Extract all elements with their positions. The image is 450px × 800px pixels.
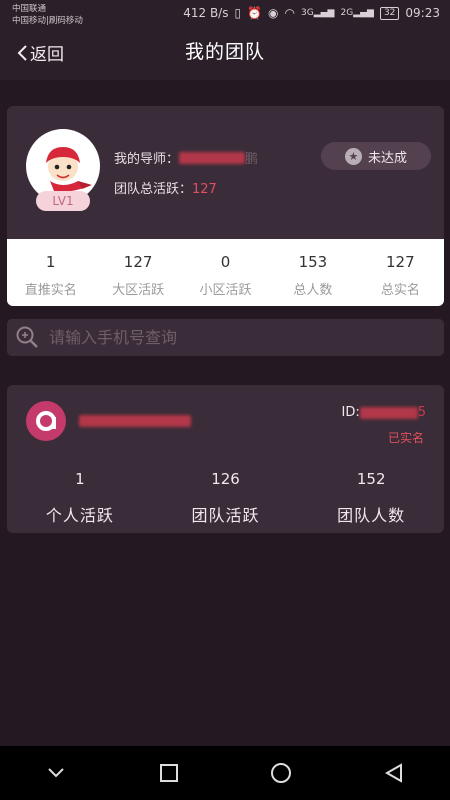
stat-label: 直推实名 xyxy=(24,283,77,298)
stat-large-zone-active[interactable]: 127 大区活跃 xyxy=(94,239,181,306)
member-stat-team-size: 152 团队人数 xyxy=(298,470,444,526)
member-name-redacted xyxy=(79,415,191,427)
status-icons: 412 B/s ▯ ⏰ ◉ ◠ 3G▂▄▆ 2G▂▄▆ 32 09:23 xyxy=(183,6,440,20)
back-system-button[interactable] xyxy=(364,763,424,783)
profile-card: LV1 我的导师： 鹏 团队总活跃：127 ★ 未达成 1 直推实名 127 大… xyxy=(7,106,444,306)
battery-icon: 32 xyxy=(379,6,400,20)
chevron-down-icon xyxy=(48,768,64,778)
signal-2-icon: 2G▂▄▆ xyxy=(340,8,374,18)
stat-value: 1 xyxy=(75,470,85,488)
stat-value: 1 xyxy=(45,253,56,271)
net-speed: 412 B/s xyxy=(183,6,229,20)
eye-icon: ◉ xyxy=(268,6,279,20)
search-bar xyxy=(7,319,444,356)
mentor-name-redacted xyxy=(179,151,246,164)
stat-label: 大区活跃 xyxy=(112,283,165,298)
stat-label: 总实名 xyxy=(380,283,420,298)
status-button[interactable]: ★ 未达成 xyxy=(321,142,431,170)
system-nav-bar xyxy=(0,746,450,800)
stat-label: 团队人数 xyxy=(337,506,406,525)
stat-small-zone-active[interactable]: 0 小区活跃 xyxy=(182,239,269,306)
stat-label: 个人活跃 xyxy=(45,506,114,525)
wifi-icon: ◠ xyxy=(284,6,296,20)
status-button-label: 未达成 xyxy=(367,150,407,166)
team-active-value: 127 xyxy=(192,182,217,197)
member-card[interactable]: ID: 5 已实名 1 个人活跃 126 团队活跃 152 团队人数 xyxy=(7,385,444,533)
vibrate-icon: ▯ xyxy=(234,6,242,20)
phone-search-input[interactable] xyxy=(49,328,419,347)
home-button[interactable] xyxy=(251,762,311,784)
stat-value: 153 xyxy=(298,253,328,271)
member-stat-team-active: 126 团队活跃 xyxy=(153,470,299,526)
stat-value: 126 xyxy=(211,470,240,488)
stat-value: 0 xyxy=(220,253,231,271)
stat-label: 团队活跃 xyxy=(191,506,260,525)
avatar-wrap: LV1 xyxy=(24,129,102,211)
signal-1-icon: 3G▂▄▆ xyxy=(301,8,335,18)
stat-value: 127 xyxy=(386,253,415,271)
verified-badge: 已实名 xyxy=(387,431,424,445)
mentor-row: 我的导师： 鹏 xyxy=(114,148,258,167)
recents-button[interactable] xyxy=(139,763,199,783)
stat-total-verified[interactable]: 127 总实名 xyxy=(357,239,444,306)
nav-bar: 返回 我的团队 xyxy=(0,30,450,80)
carrier-1: 中国联通 xyxy=(12,4,47,14)
triangle-back-icon xyxy=(384,763,402,783)
member-stats: 1 个人活跃 126 团队活跃 152 团队人数 xyxy=(7,470,444,526)
member-stat-personal-active: 1 个人活跃 xyxy=(7,470,153,526)
square-icon xyxy=(159,764,178,782)
member-id-redacted xyxy=(359,406,418,419)
team-active-label: 团队总活跃： xyxy=(114,182,193,197)
stat-total-people[interactable]: 153 总人数 xyxy=(269,239,356,306)
carrier-info: 中国联通 中国移动|刷码移动 xyxy=(12,3,83,27)
stat-value: 127 xyxy=(123,253,153,271)
stat-label: 总人数 xyxy=(293,283,333,298)
level-badge: LV1 xyxy=(36,191,90,211)
carrier-2: 中国移动|刷码移动 xyxy=(12,16,83,26)
mentor-label: 我的导师： xyxy=(114,152,180,167)
hide-nav-button[interactable] xyxy=(26,766,86,780)
clock: 09:23 xyxy=(405,6,440,20)
search-icon xyxy=(16,326,38,348)
page-title: 我的团队 xyxy=(184,41,265,63)
team-active-row: 团队总活跃：127 xyxy=(114,178,217,197)
member-logo xyxy=(26,401,66,441)
member-id: ID: 5 xyxy=(341,405,426,420)
circle-icon xyxy=(271,763,292,783)
stats-bar: 1 直推实名 127 大区活跃 0 小区活跃 153 总人数 127 总实名 xyxy=(7,239,444,306)
stat-label: 小区活跃 xyxy=(199,283,252,298)
status-bar: 中国联通 中国移动|刷码移动 412 B/s ▯ ⏰ ◉ ◠ 3G▂▄▆ 2G▂… xyxy=(0,0,450,30)
mentor-name-tail: 鹏 xyxy=(245,152,259,167)
member-id-tail: 5 xyxy=(417,405,426,420)
stat-value: 152 xyxy=(356,470,386,488)
alarm-icon: ⏰ xyxy=(247,6,263,20)
star-icon: ★ xyxy=(344,147,362,165)
app-logo-icon xyxy=(36,411,56,431)
stat-direct-verified[interactable]: 1 直推实名 xyxy=(7,239,94,306)
member-id-label: ID: xyxy=(341,405,360,420)
